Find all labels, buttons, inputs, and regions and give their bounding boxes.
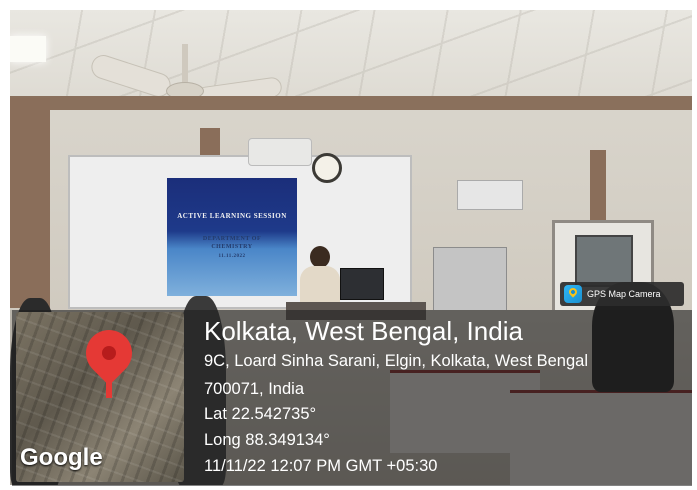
gps-badge-label: GPS Map Camera (587, 289, 661, 299)
wall-beam (10, 96, 692, 110)
projector (248, 138, 312, 166)
teacher (298, 246, 342, 306)
latitude: Lat 22.542735° (204, 405, 317, 423)
projected-slide: ACTIVE LEARNING SESSION DEPARTMENT OF CH… (167, 178, 297, 296)
air-conditioner (457, 180, 523, 210)
gps-map-camera-badge: GPS Map Camera (560, 282, 684, 306)
map-pin-center (102, 346, 116, 360)
address-line: 700071, India (204, 380, 305, 398)
address-line: 9C, Loard Sinha Sarani, Elgin, Kolkata, … (204, 352, 589, 370)
ceiling-light (10, 36, 46, 62)
ceiling-fan (88, 34, 283, 108)
wall-pillar (590, 150, 606, 220)
gps-map-camera-icon (564, 285, 582, 303)
longitude: Long 88.349134° (204, 431, 330, 449)
slide-line: CHEMISTRY (211, 244, 253, 250)
door-window (575, 235, 633, 287)
wall-clock (312, 153, 342, 183)
slide-line: DEPARTMENT OF (202, 236, 262, 242)
google-logo: Google (20, 444, 103, 471)
wall-pillar (10, 98, 50, 308)
slide-title: ACTIVE LEARNING SESSION (177, 212, 287, 220)
slide-date: 11.11.2022 (218, 254, 246, 259)
location-title: Kolkata, West Bengal, India (204, 316, 523, 346)
laptop (340, 268, 384, 300)
timestamp: 11/11/22 12:07 PM GMT +05:30 (204, 457, 438, 475)
